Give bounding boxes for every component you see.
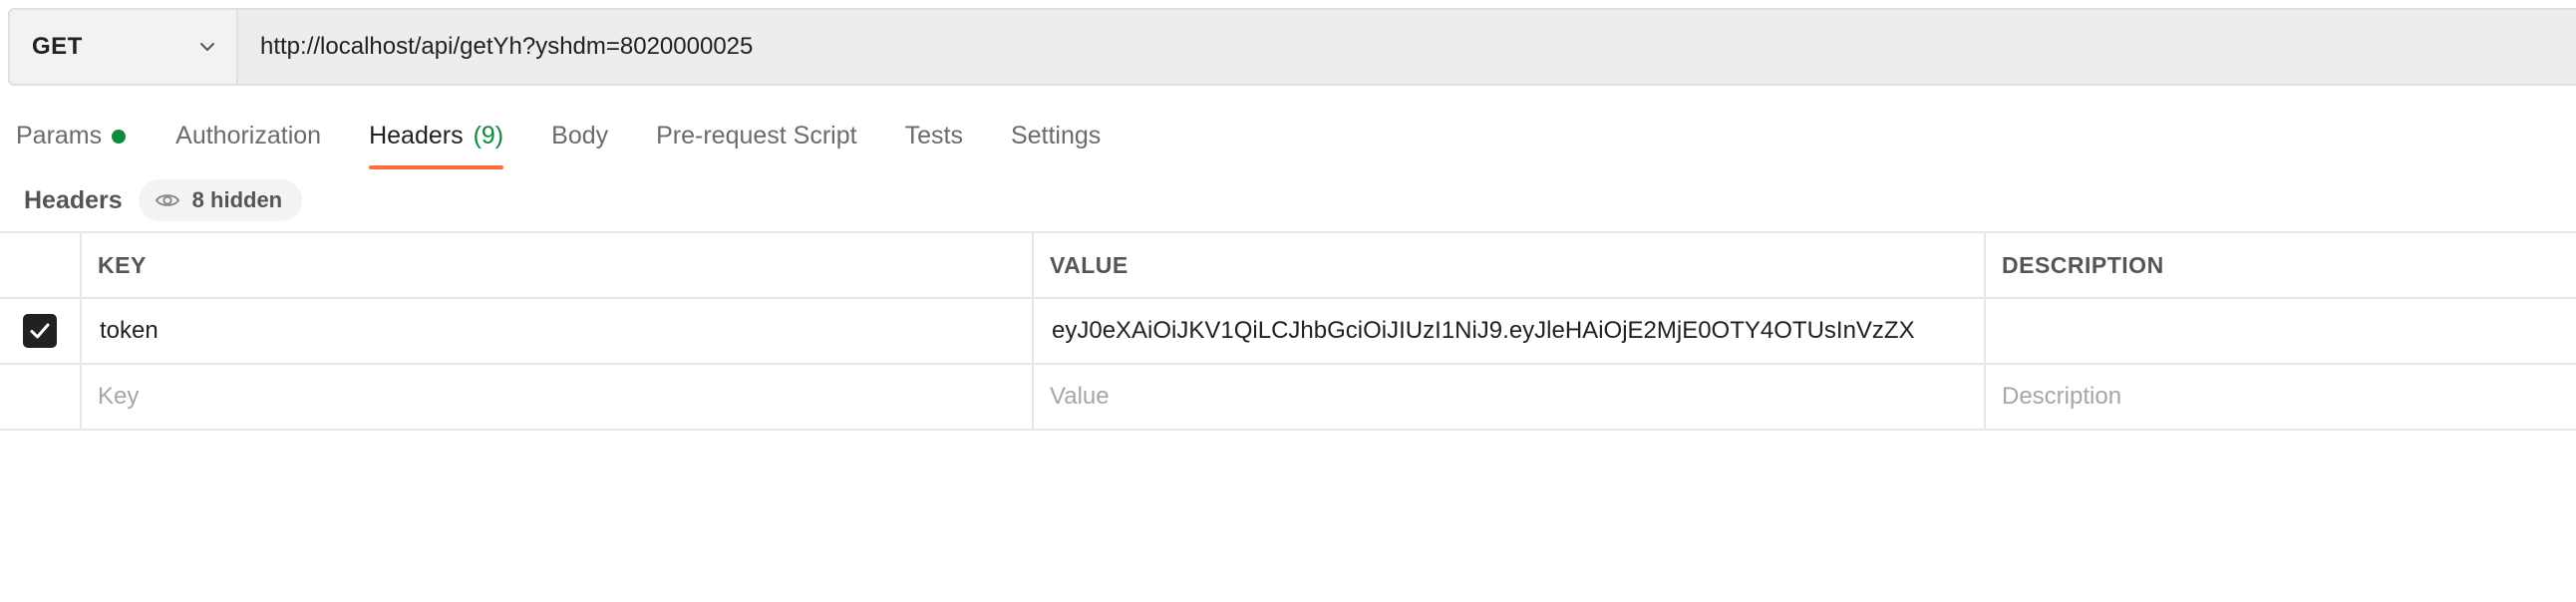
tab-headers-label: Headers (369, 122, 464, 150)
hidden-headers-label: 8 hidden (191, 187, 283, 212)
tab-tests[interactable]: Tests (905, 116, 963, 169)
url-input[interactable] (238, 10, 2576, 84)
column-header-key: KEY (82, 233, 1034, 297)
header-key-cell[interactable]: token (82, 299, 1034, 363)
tab-params[interactable]: Params (16, 116, 127, 169)
tab-body[interactable]: Body (551, 116, 608, 169)
column-header-value: VALUE (1034, 233, 1986, 297)
header-value-cell[interactable]: eyJ0eXAiOiJKV1QiLCJhbGciOiJIUzI1NiJ9.eyJ… (1034, 299, 1986, 363)
header-description-cell[interactable] (1986, 299, 2576, 363)
tab-authorization-label: Authorization (175, 122, 322, 150)
request-url-bar: GET (8, 8, 2576, 86)
method-select[interactable]: GET (10, 10, 238, 84)
table-row: token eyJ0eXAiOiJKV1QiLCJhbGciOiJIUzI1Ni… (0, 299, 2576, 365)
eye-icon (155, 194, 179, 206)
tab-body-label: Body (551, 122, 609, 150)
new-description-input[interactable]: Description (1986, 365, 2576, 429)
tab-pre-request-script-label: Pre-request Script (656, 122, 857, 150)
tab-params-label: Params (16, 122, 103, 150)
table-new-row: Key Value Description (0, 365, 2576, 431)
checkmark-icon (30, 323, 50, 339)
new-key-input[interactable]: Key (82, 365, 1034, 429)
tab-headers-count: (9) (473, 122, 504, 150)
tab-tests-label: Tests (904, 122, 963, 150)
table-header-row: KEY VALUE DESCRIPTION (0, 233, 2576, 299)
hidden-headers-toggle[interactable]: 8 hidden (138, 179, 303, 221)
request-editor: GET Params Authorization Headers (9) Bod… (0, 0, 2576, 602)
tab-settings[interactable]: Settings (1011, 116, 1101, 169)
new-row-check-cell (0, 365, 82, 429)
tab-authorization[interactable]: Authorization (175, 116, 321, 169)
column-header-description: DESCRIPTION (2002, 251, 2164, 278)
tab-pre-request-script[interactable]: Pre-request Script (656, 116, 856, 169)
headers-section-title: Headers (24, 185, 123, 214)
tab-headers[interactable]: Headers (9) (369, 116, 504, 169)
chevron-down-icon (200, 43, 214, 51)
tab-settings-label: Settings (1010, 122, 1102, 150)
headers-table: KEY VALUE DESCRIPTION token eyJ0eXAiOiJK… (0, 231, 2576, 431)
params-indicator-dot (112, 130, 127, 144)
request-tabs: Params Authorization Headers (9) Body Pr… (0, 116, 1101, 169)
headers-subheader: Headers 8 hidden (24, 177, 303, 223)
method-label: GET (32, 33, 83, 60)
new-value-input[interactable]: Value (1034, 365, 1986, 429)
row-enabled-checkbox[interactable] (23, 314, 57, 348)
row-check-cell (0, 299, 82, 363)
column-header-check (0, 233, 82, 297)
